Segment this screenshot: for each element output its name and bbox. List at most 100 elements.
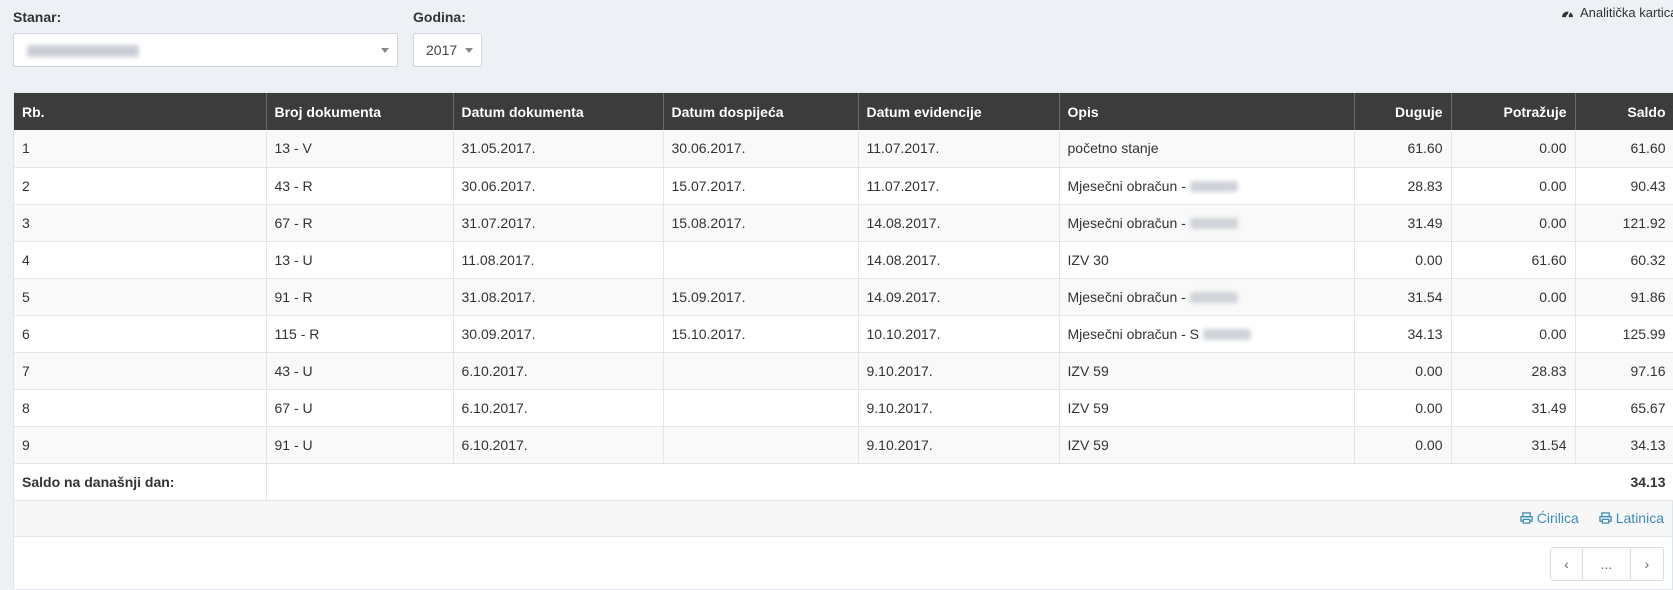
cell-text: 91 - U bbox=[274, 436, 313, 453]
cell-text: 30.09.2017. bbox=[461, 325, 536, 342]
table-row[interactable]: 6 115 - R 30.09.2017. 15.10.2017. 10.10.2017… bbox=[14, 315, 1673, 353]
col-header-balance[interactable]: Saldo bbox=[1575, 93, 1673, 130]
print-latin-link[interactable]: Latinica bbox=[1599, 510, 1664, 526]
cell-doc-number: 91 - U bbox=[266, 426, 454, 464]
cell-text: 0.00 bbox=[1415, 251, 1443, 268]
cell-text: 34.13 bbox=[1407, 325, 1443, 342]
cell-text: 0.00 bbox=[1539, 325, 1567, 342]
print-icon bbox=[1599, 512, 1612, 524]
cell-due-date: 15.07.2017. bbox=[663, 167, 859, 205]
cell-debit: 61.60 bbox=[1354, 130, 1452, 168]
pagination-ellipsis[interactable]: ... bbox=[1583, 548, 1631, 580]
cell-credit: 0.00 bbox=[1451, 130, 1576, 168]
cell-text: 15.10.2017. bbox=[671, 325, 746, 342]
cell-record-date: 9.10.2017. bbox=[858, 389, 1060, 427]
cell-rb: 1 bbox=[14, 130, 267, 168]
cell-text: 67 - R bbox=[274, 214, 313, 231]
cell-text: 13 - U bbox=[274, 251, 313, 268]
cell-debit: 0.00 bbox=[1354, 241, 1452, 279]
year-select[interactable]: 2017 bbox=[413, 33, 482, 67]
cell-rb: 5 bbox=[14, 278, 267, 316]
cell-description: Mjesečni obračun - bbox=[1059, 278, 1355, 316]
cell-text: 14.08.2017. bbox=[866, 214, 941, 231]
col-header-doc-number[interactable]: Broj dokumenta bbox=[266, 93, 454, 130]
table-row[interactable]: 9 91 - U 6.10.2017. 9.10.2017. IZV 59 0.00 31.… bbox=[14, 426, 1673, 464]
cell-due-date: 15.09.2017. bbox=[663, 278, 859, 316]
cell-text: 121.92 bbox=[1622, 214, 1666, 231]
cell-balance: 34.13 bbox=[1575, 426, 1673, 464]
col-header-description[interactable]: Opis bbox=[1059, 93, 1355, 130]
col-header-doc-date[interactable]: Datum dokumenta bbox=[453, 93, 664, 130]
cell-doc-number: 115 - R bbox=[266, 315, 454, 353]
col-header-record-date[interactable]: Datum evidencije bbox=[858, 93, 1060, 130]
cell-rb: 2 bbox=[14, 167, 267, 205]
cell-text: 31.54 bbox=[1407, 288, 1443, 305]
cell-text: 31.05.2017. bbox=[461, 140, 536, 157]
cell-rb: 8 bbox=[14, 389, 267, 427]
cell-text: 30.06.2017. bbox=[671, 140, 746, 157]
analytic-card-link[interactable]: Analitička kartica bbox=[1561, 5, 1673, 20]
cell-balance: 121.92 bbox=[1575, 204, 1673, 242]
cell-text: 14.08.2017. bbox=[866, 251, 941, 268]
table-row[interactable]: 2 43 - R 30.06.2017. 15.07.2017. 11.07.2017.… bbox=[14, 167, 1673, 205]
cell-text: 0.00 bbox=[1415, 362, 1443, 379]
tenant-select[interactable] bbox=[13, 33, 398, 67]
cell-due-date: 15.08.2017. bbox=[663, 204, 859, 242]
cell-doc-date: 31.08.2017. bbox=[453, 278, 664, 316]
print-icon bbox=[1520, 512, 1533, 524]
cell-text: 61.60 bbox=[1630, 140, 1666, 157]
cell-doc-date: 6.10.2017. bbox=[453, 389, 664, 427]
table-row[interactable]: 1 13 - V 31.05.2017. 30.06.2017. 11.07.2017.… bbox=[14, 130, 1673, 168]
cell-text: 15.09.2017. bbox=[671, 288, 746, 305]
cell-doc-date: 6.10.2017. bbox=[453, 426, 664, 464]
cell-record-date: 11.07.2017. bbox=[858, 130, 1060, 168]
redacted-text bbox=[1189, 292, 1238, 304]
col-header-rb[interactable]: Rb. bbox=[14, 93, 267, 130]
cell-text: 6.10.2017. bbox=[461, 436, 528, 453]
cell-record-date: 9.10.2017. bbox=[858, 426, 1060, 464]
cell-credit: 28.83 bbox=[1451, 352, 1576, 390]
cell-due-date bbox=[663, 426, 859, 464]
cell-text: 15.07.2017. bbox=[671, 177, 746, 194]
cell-credit: 0.00 bbox=[1451, 278, 1576, 316]
table-row[interactable]: 7 43 - U 6.10.2017. 9.10.2017. IZV 59 0.00 28.… bbox=[14, 352, 1673, 390]
cell-text: 28.83 bbox=[1531, 362, 1567, 379]
cell-text: 43 - U bbox=[274, 362, 313, 379]
cell-doc-date: 31.07.2017. bbox=[453, 204, 664, 242]
cell-text: 97.16 bbox=[1630, 362, 1666, 379]
cell-text: 9.10.2017. bbox=[866, 399, 933, 416]
table-row[interactable]: 3 67 - R 31.07.2017. 15.08.2017. 14.08.2017.… bbox=[14, 204, 1673, 242]
cell-doc-number: 67 - R bbox=[266, 204, 454, 242]
table-row[interactable]: 5 91 - R 31.08.2017. 15.09.2017. 14.09.2017.… bbox=[14, 278, 1673, 316]
cell-text: 125.99 bbox=[1622, 325, 1666, 342]
cell-text: 31.08.2017. bbox=[461, 288, 536, 305]
print-cyrillic-link[interactable]: Ćirilica bbox=[1520, 510, 1579, 526]
cell-text: 0.00 bbox=[1415, 436, 1443, 453]
redacted-text bbox=[1189, 181, 1238, 193]
col-header-credit[interactable]: Potražuje bbox=[1451, 93, 1576, 130]
cell-credit: 31.49 bbox=[1451, 389, 1576, 427]
pagination-prev-button[interactable]: ‹ bbox=[1551, 548, 1583, 580]
cell-record-date: 9.10.2017. bbox=[858, 352, 1060, 390]
cell-description: početno stanje bbox=[1059, 130, 1355, 168]
cell-text: 31.54 bbox=[1531, 436, 1567, 453]
table-row[interactable]: 8 67 - U 6.10.2017. 9.10.2017. IZV 59 0.00 31.… bbox=[14, 389, 1673, 427]
cell-text: 7 bbox=[22, 362, 30, 379]
cell-debit: 28.83 bbox=[1354, 167, 1452, 205]
cell-description: IZV 59 bbox=[1059, 426, 1355, 464]
balance-footer-spacer bbox=[266, 463, 1575, 501]
cell-text: 5 bbox=[22, 288, 30, 305]
redacted-text bbox=[1203, 329, 1252, 341]
cell-text: 15.08.2017. bbox=[671, 214, 746, 231]
ledger-table: Rb. Broj dokumenta Datum dokumenta Datum… bbox=[14, 93, 1673, 501]
cell-text: 0.00 bbox=[1539, 140, 1567, 157]
col-header-debit[interactable]: Duguje bbox=[1354, 93, 1452, 130]
table-row[interactable]: 4 13 - U 11.08.2017. 14.08.2017. IZV 30 0.00 6… bbox=[14, 241, 1673, 279]
cell-credit: 61.60 bbox=[1451, 241, 1576, 279]
cell-text: IZV 59 bbox=[1067, 362, 1109, 379]
cell-balance: 90.43 bbox=[1575, 167, 1673, 205]
cell-text: 4 bbox=[22, 251, 30, 268]
col-header-due-date[interactable]: Datum dospijeća bbox=[663, 93, 859, 130]
pagination-next-button[interactable]: › bbox=[1631, 548, 1663, 580]
cell-text: 91 - R bbox=[274, 288, 313, 305]
